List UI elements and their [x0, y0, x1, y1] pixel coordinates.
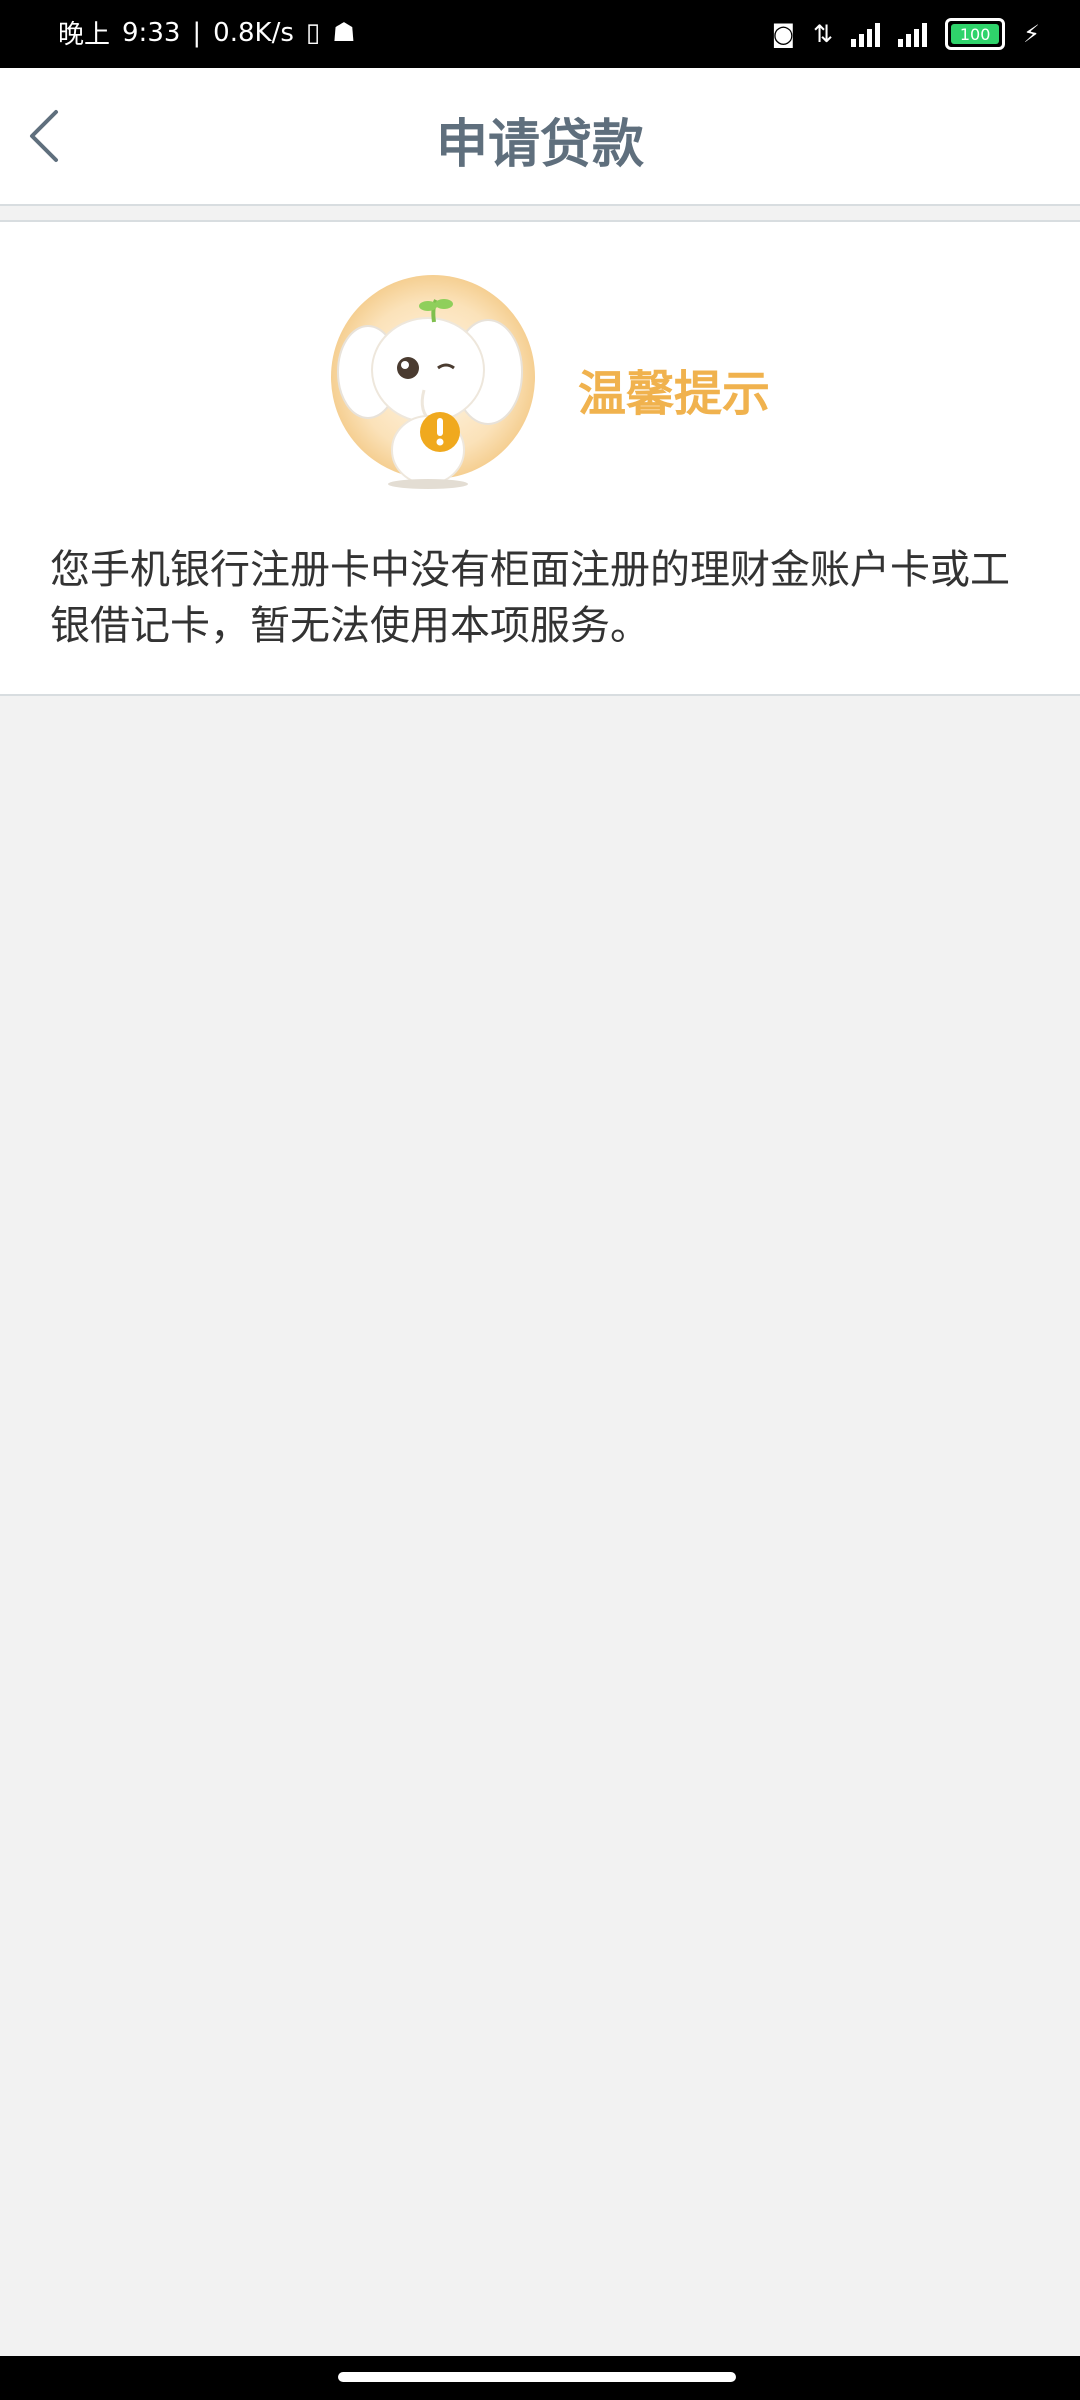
notice-card: 温馨提示 您手机银行注册卡中没有柜面注册的理财金账户卡或工银借记卡，暂无法使用本…: [0, 220, 1080, 696]
divider: |: [192, 17, 202, 48]
status-left: 晚上 9:33 | 0.8K/s ▯ ☗: [58, 14, 356, 51]
notification-icon: ☗: [332, 17, 356, 48]
charging-icon: ⚡: [1023, 20, 1040, 48]
notice-message: 您手机银行注册卡中没有柜面注册的理财金账户卡或工银借记卡，暂无法使用本项服务。: [50, 547, 1010, 649]
signal-icon-2: [898, 21, 928, 47]
elephant-mascot-icon: [328, 272, 538, 492]
battery-icon: 100: [945, 18, 1006, 50]
nfc-icon: ◙: [771, 20, 796, 48]
home-indicator[interactable]: [338, 2372, 736, 2382]
network-speed: 0.8K/s: [213, 17, 294, 48]
notice-title: 温馨提示: [578, 366, 771, 422]
vibrate-icon: ▯: [305, 17, 321, 48]
navigation-bar: [0, 2356, 1080, 2400]
battery-level: 100: [959, 24, 991, 44]
time-prefix: 晚上: [58, 20, 111, 50]
page-title: 申请贷款: [435, 115, 644, 175]
status-bar: 晚上 9:33 | 0.8K/s ▯ ☗ ◙ ⇅ 100 ⚡: [0, 0, 1080, 68]
time: 9:33: [122, 17, 181, 48]
status-right: ◙ ⇅ 100 ⚡: [772, 18, 1040, 50]
data-transfer-icon: ⇅: [813, 20, 834, 48]
signal-icon: [851, 21, 881, 47]
header: 申请贷款: [0, 68, 1080, 206]
